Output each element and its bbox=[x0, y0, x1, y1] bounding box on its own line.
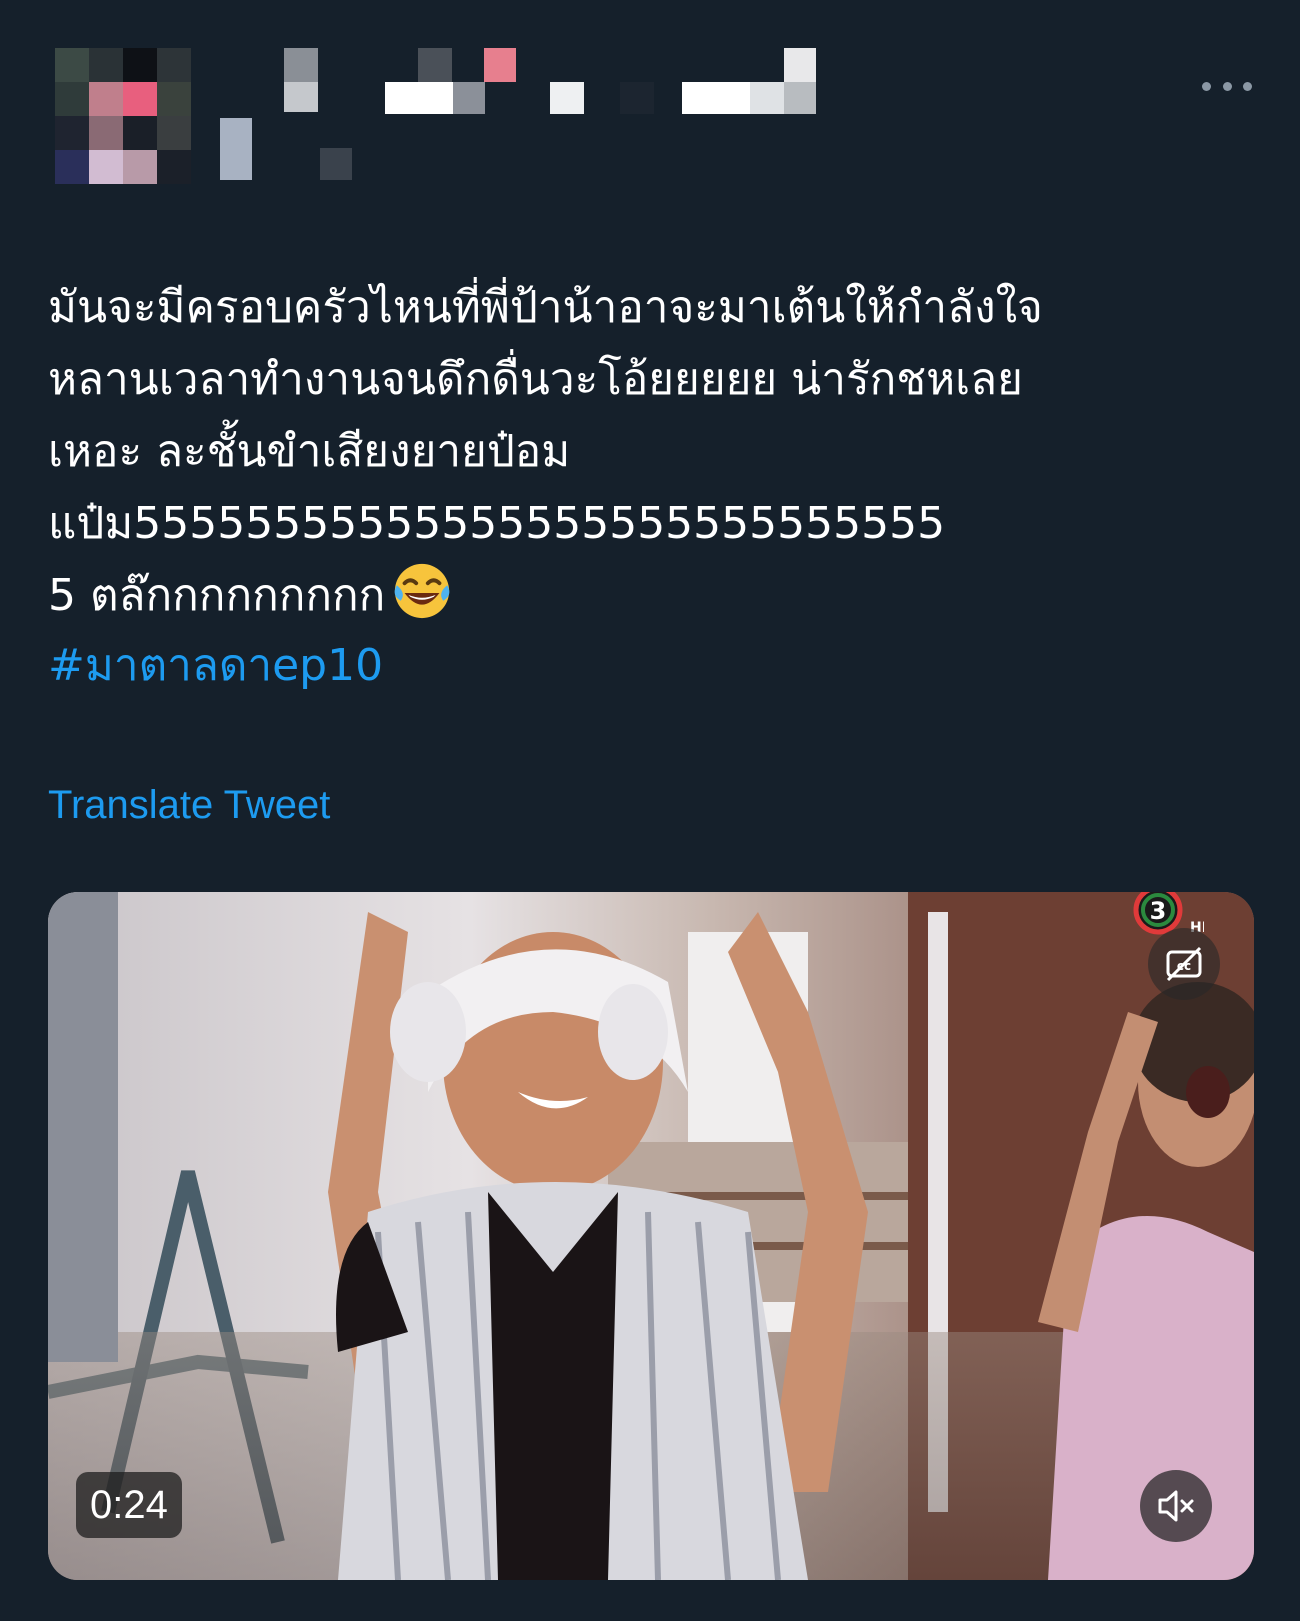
captions-button[interactable]: cc bbox=[1148, 928, 1220, 1000]
mute-button[interactable] bbox=[1140, 1470, 1212, 1542]
video-player[interactable]: 3 HD cc 0:24 bbox=[48, 892, 1254, 1580]
tweet-text: มันจะมีครอบครัวไหนที่พี่ป้าน้าอาจะมาเต้น… bbox=[48, 272, 1228, 632]
more-options-button[interactable] bbox=[1202, 76, 1252, 96]
svg-text:3: 3 bbox=[1150, 897, 1167, 925]
more-horizontal-icon-dot bbox=[1243, 81, 1252, 91]
translate-tweet-link[interactable]: Translate Tweet bbox=[48, 780, 330, 830]
hashtag-link[interactable]: #มาตาลดาep10 bbox=[48, 630, 383, 702]
tweet-text-body: มันจะมีครอบครัวไหนที่พี่ป้าน้าอาจะมาเต้น… bbox=[48, 282, 1043, 621]
captions-off-icon: cc bbox=[1166, 946, 1202, 982]
volume-muted-icon bbox=[1158, 1490, 1194, 1522]
video-timestamp: 0:24 bbox=[76, 1472, 182, 1538]
tweet: มันจะมีครอบครัวไหนที่พี่ป้าน้าอาจะมาเต้น… bbox=[0, 0, 1300, 1621]
author-name-censored[interactable] bbox=[220, 48, 920, 188]
face-with-tears-of-joy-icon bbox=[394, 563, 450, 619]
video-frame bbox=[48, 892, 1254, 1580]
more-horizontal-icon-dot bbox=[1222, 81, 1232, 91]
avatar[interactable] bbox=[55, 48, 191, 184]
more-horizontal-icon bbox=[1202, 81, 1211, 91]
